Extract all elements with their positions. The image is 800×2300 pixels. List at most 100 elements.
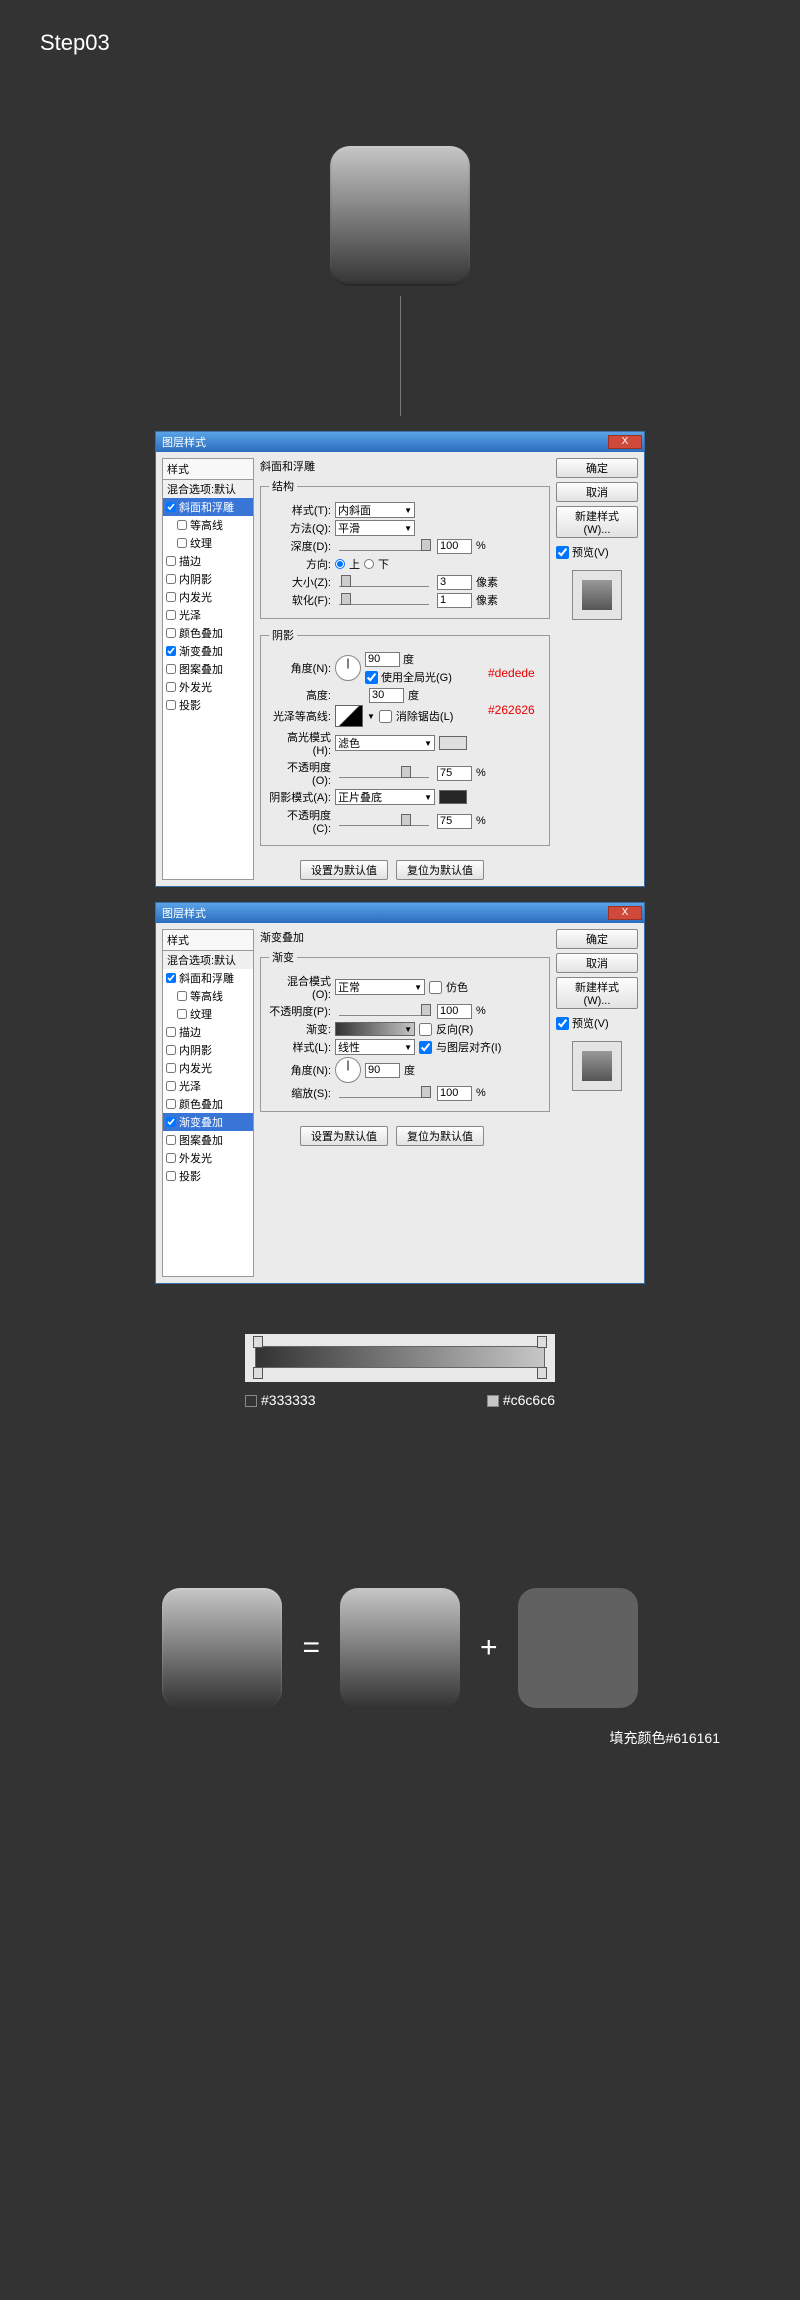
new-style-button[interactable]: 新建样式(W)... [556, 977, 638, 1009]
gradient-overlay-checkbox[interactable] [166, 1117, 176, 1127]
size-slider[interactable] [339, 577, 429, 587]
contour-checkbox[interactable] [177, 520, 187, 530]
go-style-select[interactable]: 线性▼ [335, 1039, 415, 1055]
preview-checkbox[interactable] [556, 1017, 569, 1030]
style-contour-row[interactable]: 等高线 [163, 987, 253, 1005]
style-texture-row[interactable]: 纹理 [163, 1005, 253, 1023]
outer-glow-checkbox[interactable] [166, 1153, 176, 1163]
styles-list[interactable]: 混合选项:默认 斜面和浮雕 等高线 纹理 描边 内阴影 内发光 光泽 颜色叠加 … [162, 951, 254, 1277]
angle-dial[interactable] [335, 655, 361, 681]
style-texture-row[interactable]: 纹理 [163, 534, 253, 552]
style-select[interactable]: 内斜面▼ [335, 502, 415, 518]
direction-up-radio[interactable] [335, 559, 345, 569]
bevel-checkbox[interactable] [166, 502, 176, 512]
new-style-button[interactable]: 新建样式(W)... [556, 506, 638, 538]
direction-down-radio[interactable] [364, 559, 374, 569]
style-color-overlay-row[interactable]: 颜色叠加 [163, 624, 253, 642]
style-bevel-row[interactable]: 斜面和浮雕 [163, 498, 253, 516]
shadow-mode-select[interactable]: 正片叠底▼ [335, 789, 435, 805]
global-light-checkbox[interactable] [365, 671, 378, 684]
inner-glow-checkbox[interactable] [166, 1063, 176, 1073]
drop-shadow-checkbox[interactable] [166, 700, 176, 710]
go-opacity-input[interactable] [437, 1004, 472, 1019]
go-opacity-slider[interactable] [339, 1006, 429, 1016]
technique-select[interactable]: 平滑▼ [335, 520, 415, 536]
style-stroke-row[interactable]: 描边 [163, 552, 253, 570]
preview-checkbox[interactable] [556, 546, 569, 559]
pattern-overlay-checkbox[interactable] [166, 664, 176, 674]
opacity-stop-right[interactable] [537, 1336, 547, 1348]
highlight-opacity-slider[interactable] [339, 768, 429, 778]
style-satin-row[interactable]: 光泽 [163, 606, 253, 624]
style-pattern-overlay-row[interactable]: 图案叠加 [163, 660, 253, 678]
inner-glow-checkbox[interactable] [166, 592, 176, 602]
angle-input[interactable] [365, 652, 400, 667]
style-inner-glow-row[interactable]: 内发光 [163, 588, 253, 606]
reset-default-button[interactable]: 复位为默认值 [396, 860, 484, 880]
gradient-overlay-checkbox[interactable] [166, 646, 176, 656]
size-input[interactable] [437, 575, 472, 590]
antialias-checkbox[interactable] [379, 710, 392, 723]
style-drop-shadow-row[interactable]: 投影 [163, 1167, 253, 1185]
close-button[interactable]: X [608, 435, 642, 449]
texture-checkbox[interactable] [177, 538, 187, 548]
highlight-color-swatch[interactable] [439, 736, 467, 750]
bevel-checkbox[interactable] [166, 973, 176, 983]
gradient-track[interactable] [255, 1346, 545, 1368]
reset-default-button[interactable]: 复位为默认值 [396, 1126, 484, 1146]
chevron-down-icon[interactable]: ▼ [367, 712, 375, 721]
style-pattern-overlay-row[interactable]: 图案叠加 [163, 1131, 253, 1149]
shadow-color-swatch[interactable] [439, 790, 467, 804]
inner-shadow-checkbox[interactable] [166, 574, 176, 584]
cancel-button[interactable]: 取消 [556, 953, 638, 973]
go-angle-dial[interactable] [335, 1057, 361, 1083]
dialog-titlebar[interactable]: 图层样式 X [156, 432, 644, 452]
style-outer-glow-row[interactable]: 外发光 [163, 1149, 253, 1167]
style-bevel-row[interactable]: 斜面和浮雕 [163, 969, 253, 987]
altitude-input[interactable] [369, 688, 404, 703]
texture-checkbox[interactable] [177, 1009, 187, 1019]
scale-input[interactable] [437, 1086, 472, 1101]
color-stop-right[interactable] [537, 1367, 547, 1379]
ok-button[interactable]: 确定 [556, 929, 638, 949]
contour-checkbox[interactable] [177, 991, 187, 1001]
gradient-picker[interactable]: ▼ [335, 1022, 415, 1036]
style-inner-shadow-row[interactable]: 内阴影 [163, 1041, 253, 1059]
depth-input[interactable] [437, 539, 472, 554]
dither-checkbox[interactable] [429, 981, 442, 994]
gloss-contour-picker[interactable] [335, 705, 363, 727]
shadow-opacity-slider[interactable] [339, 816, 429, 826]
shadow-opacity-input[interactable] [437, 814, 472, 829]
style-contour-row[interactable]: 等高线 [163, 516, 253, 534]
close-button[interactable]: X [608, 906, 642, 920]
soften-input[interactable] [437, 593, 472, 608]
highlight-mode-select[interactable]: 滤色▼ [335, 735, 435, 751]
highlight-opacity-input[interactable] [437, 766, 472, 781]
drop-shadow-checkbox[interactable] [166, 1171, 176, 1181]
gradient-editor-strip[interactable] [245, 1334, 555, 1382]
blend-options-row[interactable]: 混合选项:默认 [163, 951, 253, 969]
outer-glow-checkbox[interactable] [166, 682, 176, 692]
style-inner-glow-row[interactable]: 内发光 [163, 1059, 253, 1077]
blend-mode-select[interactable]: 正常▼ [335, 979, 425, 995]
set-default-button[interactable]: 设置为默认值 [300, 1126, 388, 1146]
style-drop-shadow-row[interactable]: 投影 [163, 696, 253, 714]
satin-checkbox[interactable] [166, 610, 176, 620]
inner-shadow-checkbox[interactable] [166, 1045, 176, 1055]
soften-slider[interactable] [339, 595, 429, 605]
color-overlay-checkbox[interactable] [166, 1099, 176, 1109]
ok-button[interactable]: 确定 [556, 458, 638, 478]
satin-checkbox[interactable] [166, 1081, 176, 1091]
blend-options-row[interactable]: 混合选项:默认 [163, 480, 253, 498]
reverse-checkbox[interactable] [419, 1023, 432, 1036]
dialog-titlebar[interactable]: 图层样式 X [156, 903, 644, 923]
color-stop-left[interactable] [253, 1367, 263, 1379]
style-stroke-row[interactable]: 描边 [163, 1023, 253, 1041]
style-gradient-overlay-row[interactable]: 渐变叠加 [163, 1113, 253, 1131]
style-gradient-overlay-row[interactable]: 渐变叠加 [163, 642, 253, 660]
styles-list[interactable]: 混合选项:默认 斜面和浮雕 等高线 纹理 描边 内阴影 内发光 光泽 颜色叠加 … [162, 480, 254, 880]
style-inner-shadow-row[interactable]: 内阴影 [163, 570, 253, 588]
stroke-checkbox[interactable] [166, 556, 176, 566]
scale-slider[interactable] [339, 1088, 429, 1098]
style-color-overlay-row[interactable]: 颜色叠加 [163, 1095, 253, 1113]
